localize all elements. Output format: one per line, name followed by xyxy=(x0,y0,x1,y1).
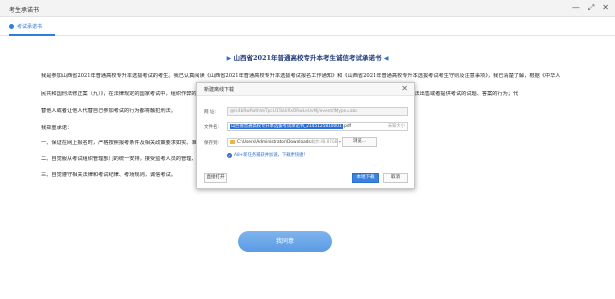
maximize-icon[interactable]: ⤢ xyxy=(588,3,594,13)
dialog-title: 新建离线下载 xyxy=(204,87,235,93)
url-field[interactable]: @lc4bRwRathVeTpcU1ToUiRxDRwLeUvMj/event/… xyxy=(227,107,408,116)
document-title-text: 山西省2021年普通高校专升本考生诚信考试承诺书 xyxy=(233,54,382,62)
triangle-right-icon: ▶ xyxy=(226,55,232,62)
tab-commitment[interactable]: 考试承诺书 xyxy=(9,23,42,30)
tab-label: 考试承诺书 xyxy=(17,24,43,30)
triangle-left-icon: ◀ xyxy=(383,55,389,62)
free-space-dropdown[interactable]: 剩余:48.87GB ▾ xyxy=(311,139,341,145)
open-directly-button[interactable]: 直接打开 xyxy=(204,173,227,183)
url-label: 网 址: xyxy=(204,110,216,115)
dialog-header: 新建离线下载 ✕ xyxy=(197,83,414,96)
document-title: ▶ 山西省2021年普通高校专升本考生诚信考试承诺书 ◀ xyxy=(0,52,615,62)
folder-icon xyxy=(230,139,235,144)
minimize-icon[interactable]: — xyxy=(572,3,580,13)
filename-field[interactable]: 山西省普通高校专升本选拔考试承诺书_2145125810001.pdf 未知大小 xyxy=(227,122,408,131)
window-title: 考生承诺书 xyxy=(9,7,40,14)
filename-row: 文件名: xyxy=(204,122,226,132)
browse-button[interactable]: 浏览... xyxy=(342,137,377,147)
check-icon: ✓ xyxy=(227,152,232,158)
save-label: 保存到: xyxy=(204,141,220,146)
filename-selected-text: 山西省普通高校专升本选拔考试承诺书_2145125810001 xyxy=(230,124,343,129)
filename-label: 文件名: xyxy=(204,125,220,130)
file-size: 未知大小 xyxy=(387,124,405,129)
agree-button[interactable]: 我同意 xyxy=(238,231,332,252)
save-row: 保存到: xyxy=(204,138,226,148)
close-icon[interactable]: ✕ xyxy=(401,84,408,94)
tab-bar: 考试承诺书 xyxy=(0,18,615,36)
local-download-button[interactable]: 本地下载 xyxy=(352,173,379,183)
cancel-button[interactable]: 取消 xyxy=(383,173,408,183)
close-icon[interactable]: ✕ xyxy=(602,3,609,13)
url-row: 网 址: xyxy=(204,107,226,117)
window-titlebar: 考生承诺书 — ⤢ ✕ xyxy=(0,0,615,17)
filename-suffix: .pdf xyxy=(342,124,352,129)
tab-active-indicator xyxy=(9,34,55,36)
tip-row[interactable]: ✓ A8+新任务捕获并加速，下载更快捷！ xyxy=(227,152,308,158)
location-pin-icon xyxy=(9,24,14,29)
tip-text: A8+新任务捕获并加速，下载更快捷！ xyxy=(234,153,308,158)
save-path-text: C:\Users\Administrator\Downloads xyxy=(237,140,311,145)
download-dialog: 新建离线下载 ✕ 网 址: @lc4bRwRathVeTpcU1ToUiRxDR… xyxy=(196,82,415,189)
window-controls: — ⤢ ✕ xyxy=(572,3,609,13)
paragraph-line: 我是参加山西省2021年普通高校专升本选拔考试的考生。我已认真阅读《山西省202… xyxy=(41,73,561,79)
